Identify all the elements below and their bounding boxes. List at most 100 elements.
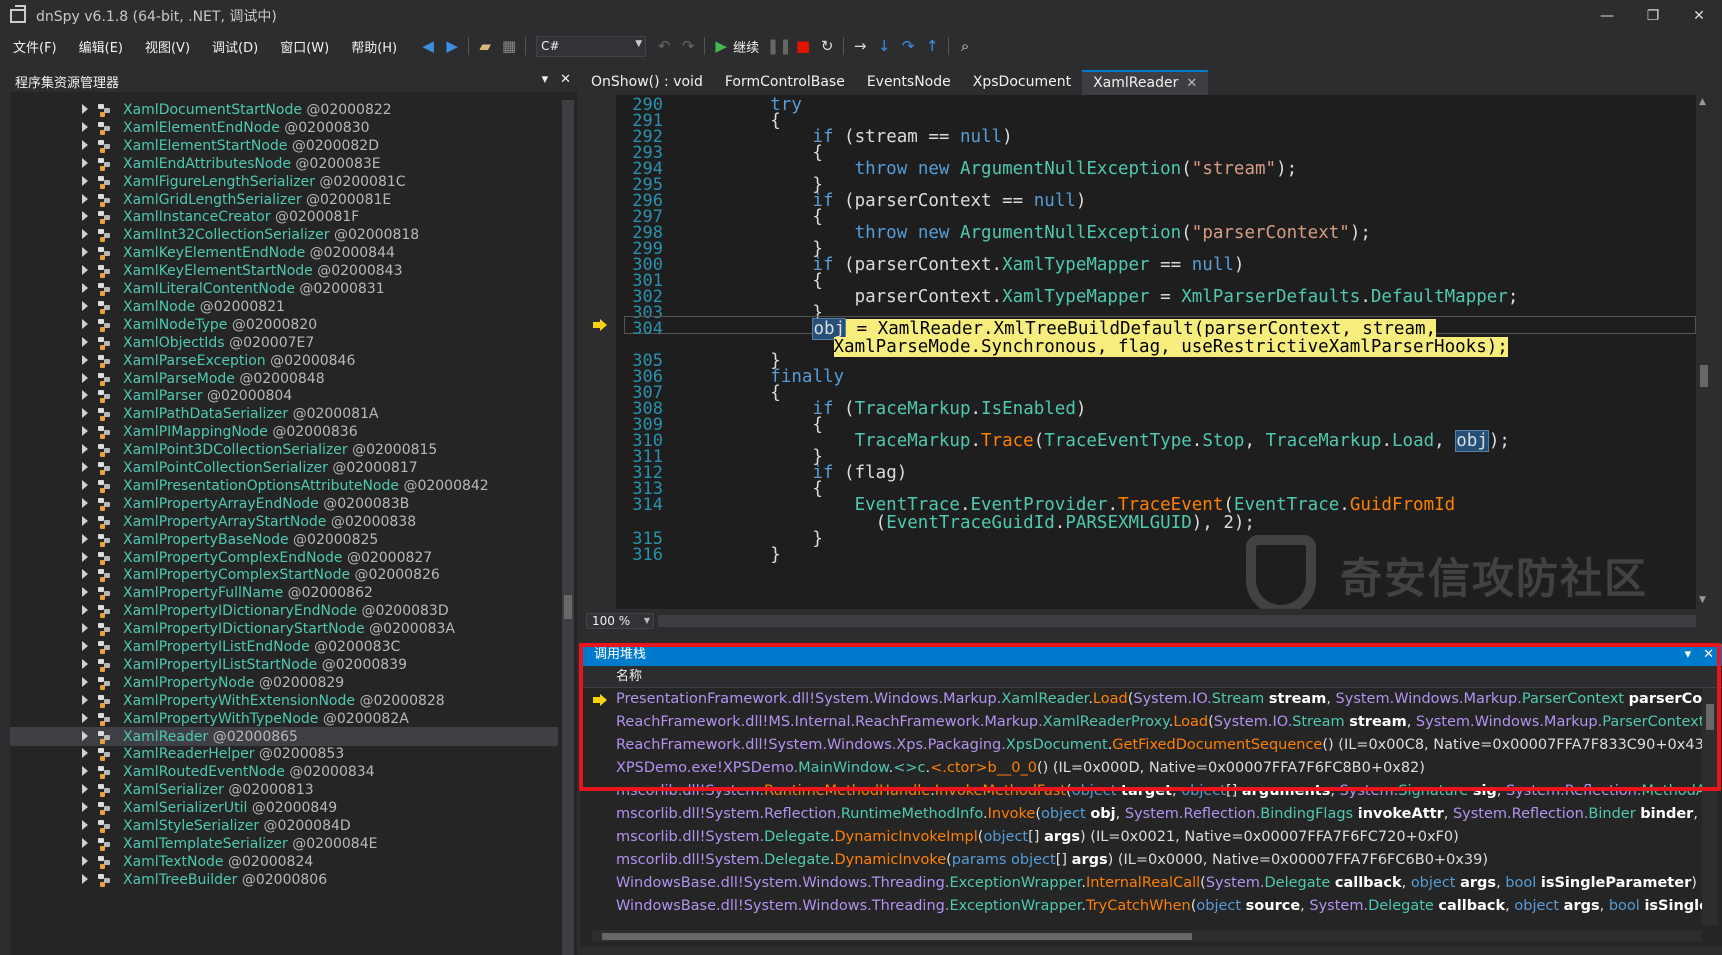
undo-icon[interactable]: ↶ [652,34,676,58]
expand-arrow-icon[interactable] [82,820,88,830]
tree-item[interactable]: XamlReaderHelper @02000853 [10,744,558,764]
tree-item[interactable]: XamlPropertyWithTypeNode @0200082A [10,709,558,729]
expand-arrow-icon[interactable] [82,211,88,222]
close-icon[interactable]: ✕ [560,72,571,87]
expand-arrow-icon[interactable] [82,515,88,526]
back-icon[interactable]: ◀ [416,34,440,58]
call-stack-frame[interactable]: mscorlib.dll!System.Delegate.DynamicInvo… [580,826,1702,849]
call-stack-frame[interactable]: mscorlib.dll!System.RuntimeMethodHandle.… [580,780,1702,803]
tree-item[interactable]: XamlPropertyIDictionaryStartNode @020008… [10,619,558,639]
call-stack-scrollbar-thumb[interactable] [1706,704,1714,730]
expand-arrow-icon[interactable] [82,390,88,401]
tree-item[interactable]: XamlTextNode @02000824 [10,852,558,872]
expand-arrow-icon[interactable] [82,229,88,240]
tree-item[interactable]: XamlPathDataSerializer @0200081A [10,404,558,424]
tree-item[interactable]: XamlPropertyIListEndNode @0200083C [10,637,558,657]
editor-scrollbar[interactable]: ▲ ▼ [1696,95,1712,609]
tree-item[interactable]: XamlInstanceCreator @0200081F [10,207,558,227]
call-stack-horizontal-thumb[interactable] [602,933,1192,940]
tree-item[interactable]: XamlPropertyNode @02000829 [10,673,558,693]
expand-arrow-icon[interactable] [82,444,88,455]
tree-item[interactable]: XamlPropertyIListStartNode @02000839 [10,655,558,675]
expand-arrow-icon[interactable] [82,157,88,168]
call-stack-scrollbar[interactable] [1702,688,1718,925]
expand-arrow-icon[interactable] [82,855,88,866]
expand-arrow-icon[interactable] [82,372,88,383]
call-stack-frame[interactable]: PresentationFramework.dll!System.Windows… [580,688,1702,711]
tab-xamlreader[interactable]: XamlReader ✕ [1082,70,1209,95]
menu-edit[interactable]: 编辑(E) [70,37,132,56]
expand-arrow-icon[interactable] [82,694,88,705]
tree-item[interactable]: XamlInt32CollectionSerializer @02000818 [10,225,558,245]
tree-item[interactable]: XamlKeyElementEndNode @02000844 [10,243,558,263]
scroll-up-icon[interactable]: ▲ [1699,97,1706,107]
tree-item[interactable]: XamlNode @02000821 [10,297,558,317]
tree-scrollbar[interactable] [562,100,574,955]
tree-item[interactable]: XamlPropertyWithExtensionNode @02000828 [10,691,558,711]
step-up-icon[interactable]: ↑ [920,34,944,58]
tree-item[interactable]: XamlParseException @02000846 [10,351,558,371]
expand-arrow-icon[interactable] [82,336,88,347]
expand-arrow-icon[interactable] [82,479,88,490]
zoom-select[interactable]: 100 % ▼ [586,613,654,629]
tree-item[interactable]: XamlPropertyFullName @02000862 [10,583,558,603]
tree-item[interactable]: XamlPropertyArrayStartNode @02000838 [10,512,558,532]
dropdown-icon[interactable]: ▾ [542,72,549,87]
tree-item[interactable]: XamlSerializerUtil @02000849 [10,798,558,818]
tree-item[interactable]: XamlPointCollectionSerializer @02000817 [10,458,558,478]
tree-item[interactable]: XamlDocumentStartNode @02000822 [10,100,558,120]
call-stack-column-name[interactable]: 名称 [580,666,1722,688]
step-into-icon[interactable]: → [848,34,872,58]
expand-arrow-icon[interactable] [82,766,88,777]
step-out-icon[interactable]: ↷ [896,34,920,58]
expand-arrow-icon[interactable] [82,587,88,598]
tree-item[interactable]: XamlKeyElementStartNode @02000843 [10,261,558,281]
call-stack-frame[interactable]: mscorlib.dll!System.Delegate.DynamicInvo… [580,849,1702,872]
tree-item[interactable]: XamlPropertyComplexEndNode @02000827 [10,548,558,568]
menu-window[interactable]: 窗口(W) [271,37,338,56]
tree-item[interactable]: XamlFigureLengthSerializer @0200081C [10,172,558,192]
expand-arrow-icon[interactable] [82,139,88,150]
restore-button[interactable]: ❐ [1630,0,1676,32]
expand-arrow-icon[interactable] [82,784,88,795]
dropdown-icon[interactable]: ▾ [1685,644,1692,666]
editor-horizontal-scrollbar[interactable] [658,615,1696,627]
call-stack-frame[interactable]: WindowsBase.dll!System.Windows.Threading… [580,872,1702,895]
tree-item[interactable]: XamlRoutedEventNode @02000834 [10,762,558,782]
tree-item[interactable]: XamlReader @02000865 [10,726,558,747]
expand-arrow-icon[interactable] [82,121,88,132]
forward-icon[interactable]: ▶ [440,34,464,58]
call-stack-frame[interactable]: XPSDemo.exe!XPSDemo.MainWindow.<>c.<.cto… [580,757,1702,780]
language-select[interactable]: C# ▼ [536,35,647,57]
expand-arrow-icon[interactable] [82,265,88,276]
tree-item[interactable]: XamlPropertyBaseNode @02000825 [10,530,558,550]
tree-item[interactable]: XamlElementEndNode @02000830 [10,118,558,138]
menu-file[interactable]: 文件(F) [4,37,66,56]
expand-arrow-icon[interactable] [82,104,88,114]
continue-button[interactable]: 继续 [733,37,759,56]
restart-icon[interactable]: ↻ [815,34,839,58]
expand-arrow-icon[interactable] [82,730,88,741]
expand-arrow-icon[interactable] [82,676,88,687]
tree-item[interactable]: XamlPropertyArrayEndNode @0200083B [10,494,558,514]
tree-scrollbar-thumb[interactable] [564,595,572,619]
expand-arrow-icon[interactable] [82,247,88,258]
expand-arrow-icon[interactable] [82,623,88,634]
tree-item[interactable]: XamlLiteralContentNode @02000831 [10,279,558,299]
expand-arrow-icon[interactable] [82,318,88,329]
call-stack-frame[interactable]: ReachFramework.dll!System.Windows.Xps.Pa… [580,734,1702,757]
expand-arrow-icon[interactable] [82,605,88,616]
tab-onshow[interactable]: OnShow() : void [580,70,714,95]
expand-arrow-icon[interactable] [82,748,88,759]
tree-item[interactable]: XamlStyleSerializer @0200084D [10,816,558,836]
expand-arrow-icon[interactable] [82,837,88,848]
tree-item[interactable]: XamlPropertyIDictionaryEndNode @0200083D [10,601,558,621]
tree-item[interactable]: XamlSerializer @02000813 [10,780,558,800]
pause-icon[interactable]: ❚❚ [767,34,792,58]
tab-eventsnode[interactable]: EventsNode [856,70,962,95]
expand-arrow-icon[interactable] [82,533,88,544]
tree-item[interactable]: XamlPIMappingNode @02000836 [10,422,558,442]
close-icon[interactable]: ✕ [1186,76,1197,91]
close-button[interactable]: ✕ [1676,0,1722,32]
tree-item[interactable]: XamlTemplateSerializer @0200084E [10,834,558,854]
